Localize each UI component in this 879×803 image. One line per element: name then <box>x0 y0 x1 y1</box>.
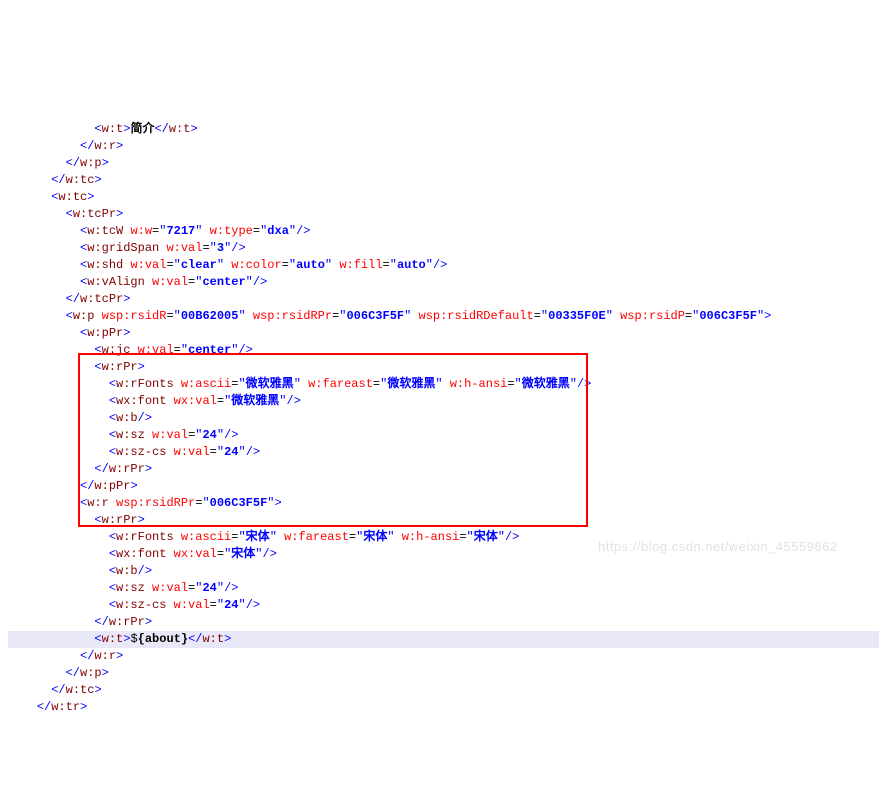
watermark: https://blog.csdn.net/weixin_45559862 <box>598 538 838 555</box>
code-block: <w:t>简介</w:t> </w:r> </w:p> </w:tc> <w:t… <box>8 121 879 716</box>
highlighted-line: <w:t>${about}</w:t> <box>8 631 879 648</box>
